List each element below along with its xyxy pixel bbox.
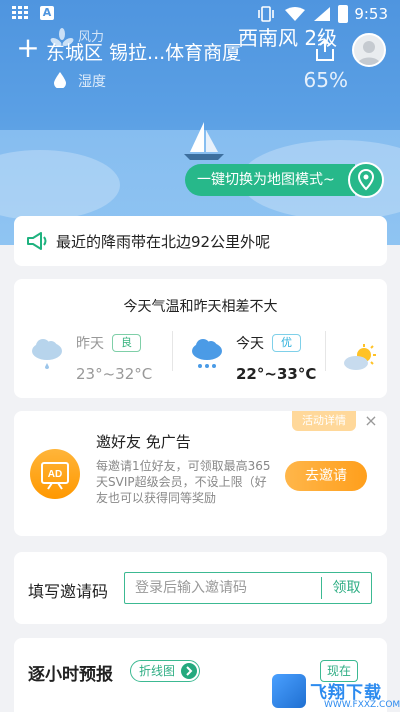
ad-free-badge: AD <box>30 449 80 499</box>
map-pin-icon <box>357 168 375 191</box>
svg-text:AD: AD <box>48 469 62 480</box>
chevron-right-icon <box>181 663 197 679</box>
humidity-label: 湿度 <box>78 74 106 90</box>
day-name-yesterday: 昨天 <box>76 336 104 352</box>
user-icon <box>357 41 381 65</box>
invite-button[interactable]: 去邀请 <box>285 461 367 491</box>
invite-code-input[interactable] <box>125 573 321 603</box>
grid-icon <box>12 6 28 19</box>
rain-notice-card[interactable]: 最近的降雨带在北边92公里外呢 <box>14 216 387 266</box>
add-city-button[interactable]: + <box>14 34 42 62</box>
invite-code-label: 填写邀请码 <box>28 582 109 601</box>
partly-sunny-icon[interactable] <box>342 343 378 373</box>
ad-board-icon: AD <box>41 462 69 490</box>
temp-range-today: 22°~33°C <box>236 365 317 383</box>
weather-hero: A 9:53 + 风力 东城区 锡拉...体育商厦 西南风 2级 湿度 65% <box>0 0 400 245</box>
invite-friends-card: 活动详情 × AD 邀好友 免广告 每邀请1位好友，可领取最高365天SVIP超… <box>14 411 387 536</box>
rain-notice-text: 最近的降雨带在北边92公里外呢 <box>56 233 271 251</box>
claim-button[interactable]: 领取 <box>322 573 371 603</box>
activity-details-tag[interactable]: 活动详情 <box>292 411 356 431</box>
user-avatar[interactable] <box>352 33 386 67</box>
line-chart-toggle[interactable]: 折线图 <box>130 660 200 682</box>
aqi-badge-yesterday: 良 <box>112 334 141 352</box>
rain-icon <box>192 339 222 368</box>
wifi-icon <box>285 7 305 21</box>
invite-code-box: 领取 <box>124 572 372 604</box>
light-rain-icon <box>32 339 62 369</box>
map-mode-switch-button[interactable]: 一键切换为地图模式~ <box>185 164 355 196</box>
signal-icon <box>314 7 330 21</box>
location-title[interactable]: 东城区 锡拉...体育商厦 <box>46 38 241 65</box>
humidity-drop-icon <box>54 72 66 88</box>
day-name-today: 今天 <box>236 336 264 352</box>
watermark-logo: 飞翔下载 WWW.FXXZ.COM <box>272 672 400 712</box>
watermark-icon <box>272 674 306 708</box>
invite-code-card: 填写邀请码 领取 <box>14 552 387 624</box>
humidity-value: 65% <box>303 68 348 92</box>
status-time: 9:53 <box>354 5 388 23</box>
share-icon[interactable] <box>314 38 336 62</box>
temp-range-yesterday: 23°~32°C <box>76 365 153 383</box>
battery-icon <box>338 5 348 23</box>
close-icon[interactable]: × <box>363 413 379 429</box>
divider <box>172 331 173 371</box>
compare-title: 今天气温和昨天相差不大 <box>123 299 278 315</box>
map-mode-round-button[interactable] <box>348 162 384 198</box>
watermark-subtext: WWW.FXXZ.COM <box>324 700 400 710</box>
sailboat-icon <box>184 122 224 160</box>
app-notification-icon: A <box>40 6 54 20</box>
invite-description: 每邀请1位好友，可领取最高365天SVIP超级会员，不设上限（好友也可以获得同等… <box>96 459 271 505</box>
line-chart-toggle-label: 折线图 <box>139 664 176 678</box>
aqi-badge-today: 优 <box>272 334 301 352</box>
hourly-title: 逐小时预报 <box>28 665 113 685</box>
divider <box>325 331 326 371</box>
megaphone-icon <box>27 232 47 250</box>
vibrate-icon <box>258 6 274 22</box>
invite-title: 邀好友 免广告 <box>96 433 191 451</box>
temperature-compare-card: 今天气温和昨天相差不大 昨天 良 23°~32°C 今天 优 22°~33°C <box>14 279 387 398</box>
status-bar: A 9:53 <box>0 0 400 28</box>
